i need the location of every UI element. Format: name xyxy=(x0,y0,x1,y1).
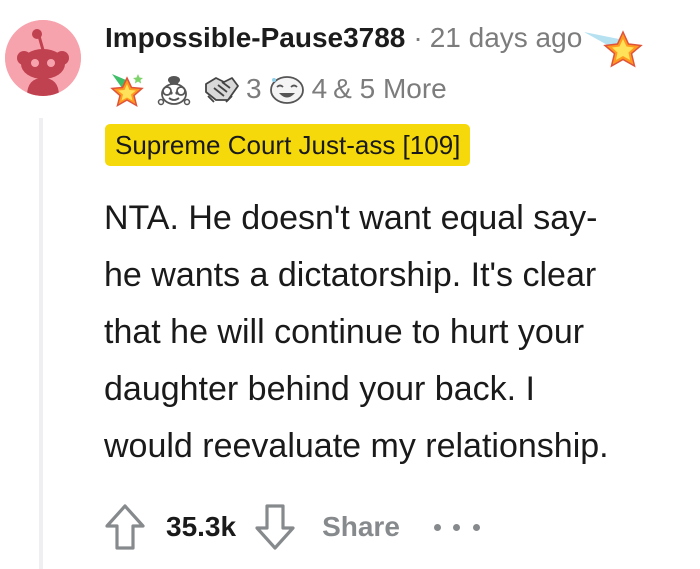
comment-body-line: he wants a dictatorship. It's clear xyxy=(104,256,597,294)
more-options-button[interactable] xyxy=(433,517,480,537)
shooting-star-icon xyxy=(584,30,643,68)
laughing-award-count: 4 xyxy=(311,73,328,104)
comment-body: NTA. He doesn't want equal say-he wants … xyxy=(104,190,696,475)
upvote-button[interactable] xyxy=(100,500,150,554)
author-avatar[interactable] xyxy=(5,20,81,96)
downvote-button[interactable] xyxy=(250,500,300,554)
comment-body-line: would reevaluate my relationship. xyxy=(104,427,609,465)
upvote-arrow-icon xyxy=(105,504,145,550)
comment-action-bar: 35.3k Share xyxy=(100,500,480,554)
more-dot-icon xyxy=(453,523,461,531)
user-flair-text: Supreme Court Just-ass [109] xyxy=(115,129,461,160)
more-awards-link[interactable]: & 5 More xyxy=(333,73,447,105)
comment-body-line: that he will continue to hurt your xyxy=(104,313,585,351)
handshake-award-icon[interactable] xyxy=(202,70,240,108)
star-party-hat-award-icon[interactable] xyxy=(108,70,146,108)
vote-score: 35.3k xyxy=(166,511,237,542)
snoo-avatar-icon xyxy=(5,20,81,96)
comment-timestamp[interactable]: 21 days ago xyxy=(430,22,583,54)
awards-row: 3 4 & 5 More xyxy=(108,66,447,112)
comment-header: Impossible-Pause3788 · 21 days ago xyxy=(105,18,582,58)
author-username[interactable]: Impossible-Pause3788 xyxy=(105,22,405,54)
thread-line[interactable] xyxy=(39,118,43,569)
comment-body-line: NTA. He doesn't want equal say- xyxy=(104,199,598,237)
comment-body-line: daughter behind your back. I xyxy=(104,370,535,408)
handshake-award-count: 3 xyxy=(246,73,262,104)
header-separator: · xyxy=(413,22,423,53)
wholesome-face-award-icon[interactable] xyxy=(155,70,193,108)
more-dot-icon xyxy=(472,523,480,531)
laughing-face-award-icon[interactable] xyxy=(268,70,306,108)
downvote-arrow-icon xyxy=(255,504,295,550)
user-flair: Supreme Court Just-ass [109] xyxy=(105,124,471,166)
more-dot-icon xyxy=(433,523,441,531)
share-button[interactable]: Share xyxy=(322,511,400,543)
